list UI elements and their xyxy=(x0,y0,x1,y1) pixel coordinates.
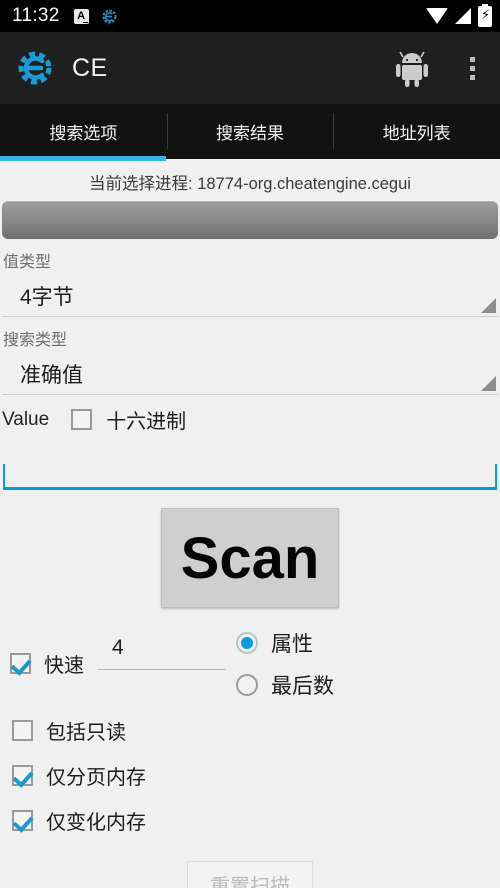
value-row: Value 十六进制 xyxy=(0,395,500,434)
overflow-dot xyxy=(469,56,475,62)
checkbox-row-changed-memory[interactable]: 仅变化内存 xyxy=(12,798,500,843)
radio-attribute-label: 属性 xyxy=(271,633,313,656)
search-options-panel: 当前选择进程: 18774-org.cheatengine.cegui 值类型 … xyxy=(0,161,500,888)
include-readonly-label: 包括只读 xyxy=(46,722,126,744)
hex-checkbox-label: 十六进制 xyxy=(106,411,187,433)
scan-button-wrap: Scan xyxy=(0,508,500,608)
select-process-button[interactable] xyxy=(2,201,498,239)
app-bar-actions xyxy=(390,46,500,90)
include-readonly-checkbox[interactable] xyxy=(12,720,33,741)
fast-scan-group: 快速 4 xyxy=(10,626,236,700)
fast-alignment-input[interactable]: 4 xyxy=(98,636,226,670)
search-value-input[interactable] xyxy=(3,464,497,490)
overflow-dot xyxy=(469,74,475,80)
value-type-selected: 4字节 xyxy=(20,285,74,309)
radio-attribute-indicator xyxy=(236,632,258,654)
battery-bolt-glyph: ⚡ xyxy=(481,6,491,22)
tab-label: 搜索结果 xyxy=(216,124,284,143)
fast-checkbox-label: 快速 xyxy=(44,654,84,677)
cheat-engine-logo-icon xyxy=(16,49,54,87)
paged-memory-checkbox[interactable] xyxy=(12,765,33,786)
status-clock: 11:32 xyxy=(12,5,60,26)
scan-options-row: 快速 4 属性 最后数 xyxy=(0,626,500,700)
scan-type-spinner[interactable]: 准确值 xyxy=(2,353,498,395)
tab-label: 地址列表 xyxy=(382,124,451,143)
android-robot-icon[interactable] xyxy=(390,46,434,90)
changed-memory-checkbox[interactable] xyxy=(12,810,33,831)
tab-search-results[interactable]: 搜索结果 xyxy=(166,104,334,159)
app-bar: CE xyxy=(0,32,500,105)
checkbox-row-paged-memory[interactable]: 仅分页内存 xyxy=(12,753,500,798)
page-title: CE xyxy=(72,53,108,82)
cheat-engine-icon xyxy=(101,8,118,25)
checkbox-row-readonly[interactable]: 包括只读 xyxy=(12,708,500,753)
tab-address-list[interactable]: 地址列表 xyxy=(333,104,500,159)
paged-memory-label: 仅分页内存 xyxy=(46,767,146,789)
radio-last-value-indicator xyxy=(236,674,258,696)
battery-charging-icon: ⚡ xyxy=(478,3,492,27)
status-bar: 11:32 A ⚡ xyxy=(0,0,500,32)
tab-bar: 搜索选项 搜索结果 地址列表 xyxy=(0,104,500,159)
scan-mode-radio-group: 属性 最后数 xyxy=(236,626,334,700)
hex-checkbox[interactable] xyxy=(71,409,93,430)
signal-icon xyxy=(455,8,471,24)
wifi-icon xyxy=(426,8,448,24)
changed-memory-label: 仅变化内存 xyxy=(46,812,146,834)
radio-option-last-value[interactable]: 最后数 xyxy=(236,670,334,700)
overflow-dot xyxy=(469,65,475,71)
app-root: 11:32 A ⚡ CE 搜索选项 搜索结果 地址列表 当前选择进程: 1877… xyxy=(0,0,500,888)
fast-checkbox[interactable] xyxy=(10,652,31,674)
reset-scan-button[interactable]: 重置扫描 xyxy=(187,861,313,888)
scan-button[interactable]: Scan xyxy=(161,508,339,608)
selected-process-label: 当前选择进程: 18774-org.cheatengine.cegui xyxy=(89,175,411,193)
chevron-down-icon xyxy=(481,376,496,391)
memory-options-list: 包括只读 仅分页内存 仅变化内存 xyxy=(0,700,500,843)
tab-search-options[interactable]: 搜索选项 xyxy=(0,104,167,159)
radio-option-attribute[interactable]: 属性 xyxy=(236,628,334,658)
letter-a-icon: A xyxy=(73,8,89,24)
chevron-down-icon xyxy=(481,298,496,313)
status-system-icons: ⚡ xyxy=(426,3,492,27)
status-notification-icons: A xyxy=(73,8,118,25)
tab-label: 搜索选项 xyxy=(49,124,118,143)
reset-button-wrap: 重置扫描 xyxy=(0,861,500,888)
radio-last-value-label: 最后数 xyxy=(271,675,334,698)
value-type-spinner[interactable]: 4字节 xyxy=(2,275,498,317)
overflow-menu-icon[interactable] xyxy=(456,46,488,90)
value-type-label: 值类型 xyxy=(3,254,52,271)
scan-type-label: 搜索类型 xyxy=(3,332,68,349)
value-label: Value xyxy=(2,408,50,430)
scan-type-selected: 准确值 xyxy=(20,363,83,387)
